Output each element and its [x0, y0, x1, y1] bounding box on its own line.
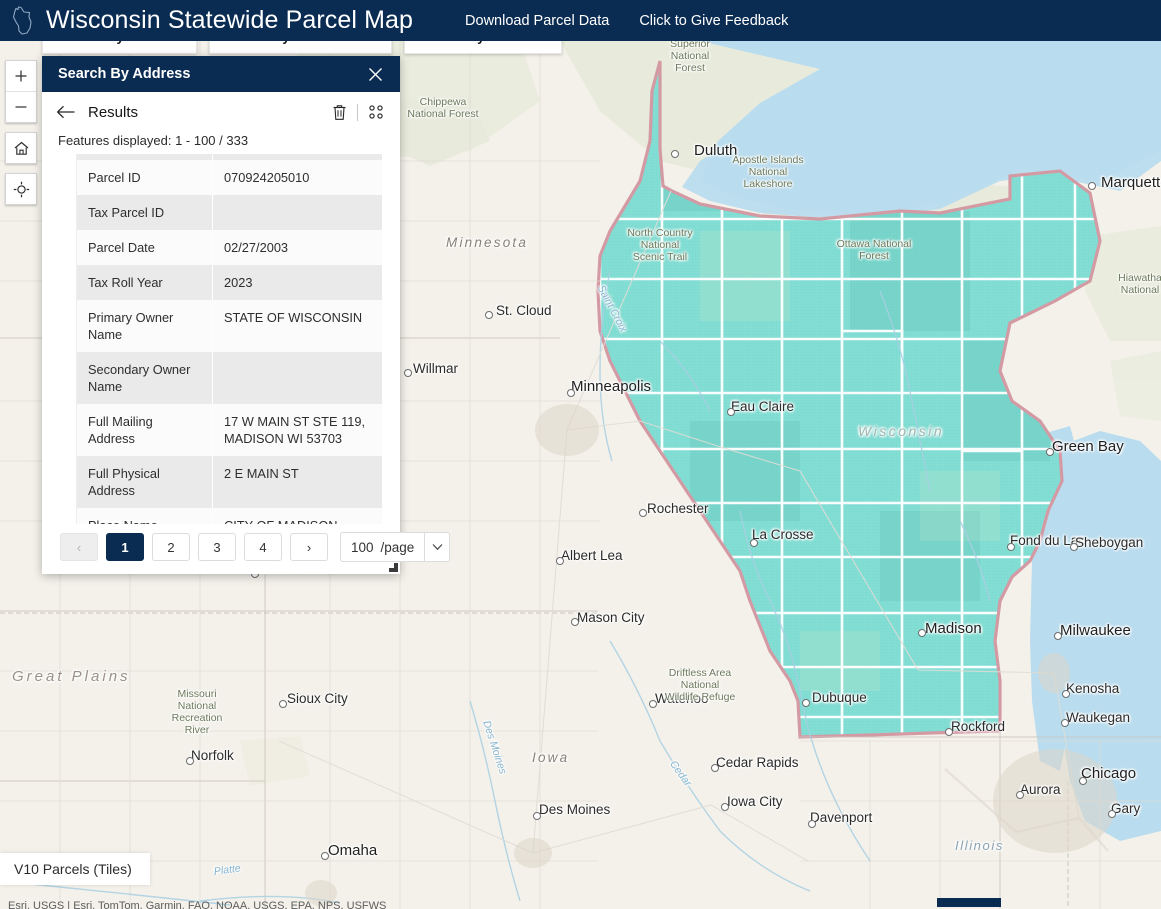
app-header: Wisconsin Statewide Parcel Map Download …: [0, 0, 1161, 41]
panel-title: Search By Address: [58, 66, 190, 82]
attribute-key: Parcel ID: [77, 160, 213, 195]
attribute-row: Parcel ID070924205010: [77, 160, 382, 195]
layer-badge: V10 Parcels (Tiles): [0, 853, 150, 885]
pagination-next-button[interactable]: ›: [290, 533, 328, 561]
results-bar: Results: [42, 92, 400, 128]
attribute-key: Full Physical Address: [77, 456, 213, 508]
close-panel-button[interactable]: [364, 63, 386, 85]
attribute-value: [213, 195, 383, 230]
attribute-row: Secondary Owner Name: [77, 352, 382, 404]
attribute-key: Primary Owner Name: [77, 300, 213, 352]
home-icon: [13, 140, 30, 157]
locate-crosshair-icon: [13, 181, 30, 198]
attribute-key: Parcel Date: [77, 230, 213, 265]
attribute-value: 17 W MAIN ST STE 119, MADISON WI 53703: [213, 404, 383, 456]
app-root: Wisconsin Statewide Parcel Map Download …: [0, 0, 1161, 909]
page-size-caret[interactable]: [424, 533, 449, 561]
results-label: Results: [88, 104, 329, 121]
attribute-row: Place NameCITY OF MADISON: [77, 508, 382, 524]
attribute-row: Full Physical Address2 E MAIN ST: [77, 456, 382, 508]
page-size-unit: /page: [381, 540, 425, 555]
page-title: Wisconsin Statewide Parcel Map: [46, 6, 413, 35]
attribute-table: Parcel ID070924205010Tax Parcel IDParcel…: [77, 154, 382, 524]
attribute-value: STATE OF WISCONSIN: [213, 300, 383, 352]
page-size-select[interactable]: 100 /page: [340, 532, 450, 562]
attribute-value: 070924205010: [213, 160, 383, 195]
attribute-value: [213, 352, 383, 404]
close-x-icon: [367, 66, 384, 83]
home-control: [5, 132, 37, 164]
attribute-table-body: Parcel ID070924205010Tax Parcel IDParcel…: [77, 154, 382, 524]
icon-divider: [357, 104, 358, 121]
attribute-value: 2 E MAIN ST: [213, 456, 383, 508]
attribute-row: Parcel Date02/27/2003: [77, 230, 382, 265]
wisconsin-state-outline-icon: [6, 4, 40, 38]
attribute-key: Tax Parcel ID: [77, 195, 213, 230]
view-options-button[interactable]: [366, 102, 386, 122]
attribute-value: CITY OF MADISON: [213, 508, 383, 524]
search-by-address-panel: Search By Address Results: [42, 56, 400, 574]
pagination-prev-button[interactable]: ‹: [60, 533, 98, 561]
give-feedback-link[interactable]: Click to Give Feedback: [639, 13, 788, 29]
attribute-key: Secondary Owner Name: [77, 352, 213, 404]
home-button[interactable]: [6, 133, 36, 163]
locate-button[interactable]: [6, 174, 36, 204]
pagination-page-3[interactable]: 3: [198, 533, 236, 561]
arrow-left-icon: [56, 105, 76, 119]
pagination-page-1[interactable]: 1: [106, 533, 144, 561]
attribute-key: Place Name: [77, 508, 213, 524]
chevron-down-icon: [432, 543, 443, 551]
attribute-key: Full Mailing Address: [77, 404, 213, 456]
zoom-out-button[interactable]: [6, 91, 36, 122]
map-toolbar: [5, 60, 37, 214]
pagination-page-4[interactable]: 4: [244, 533, 282, 561]
pagination-page-2[interactable]: 2: [152, 533, 190, 561]
panel-resize-handle[interactable]: [389, 563, 398, 572]
attribute-value: 2023: [213, 265, 383, 300]
clear-results-button[interactable]: [329, 102, 349, 122]
map-scale-bar: [937, 898, 1001, 907]
zoom-in-button[interactable]: [6, 61, 36, 91]
map-attribution: Esri, USGS | Esri, TomTom, Garmin, FAO, …: [0, 900, 386, 909]
attribute-row: Primary Owner NameSTATE OF WISCONSIN: [77, 300, 382, 352]
plus-icon: [14, 69, 28, 83]
back-button[interactable]: [56, 102, 78, 122]
attribute-row: Tax Parcel ID: [77, 195, 382, 230]
attribute-value: 02/27/2003: [213, 230, 383, 265]
attribute-key: Tax Roll Year: [77, 265, 213, 300]
zoom-controls: [5, 60, 37, 123]
locate-control: [5, 173, 37, 205]
panel-title-bar: Search By Address: [42, 56, 400, 92]
page-size-value: 100: [341, 540, 381, 555]
pagination: ‹ 1 2 3 4 › 100 /page: [42, 524, 400, 574]
attribute-table-scroll[interactable]: Parcel ID070924205010Tax Parcel IDParcel…: [76, 154, 382, 524]
attribute-row: Tax Roll Year2023: [77, 265, 382, 300]
grid-dots-icon: [368, 104, 384, 120]
trash-icon: [332, 104, 347, 121]
minus-icon: [14, 100, 28, 114]
download-parcel-data-link[interactable]: Download Parcel Data: [465, 13, 609, 29]
features-displayed-count: Features displayed: 1 - 100 / 333: [42, 128, 400, 154]
attribute-row: Full Mailing Address17 W MAIN ST STE 119…: [77, 404, 382, 456]
